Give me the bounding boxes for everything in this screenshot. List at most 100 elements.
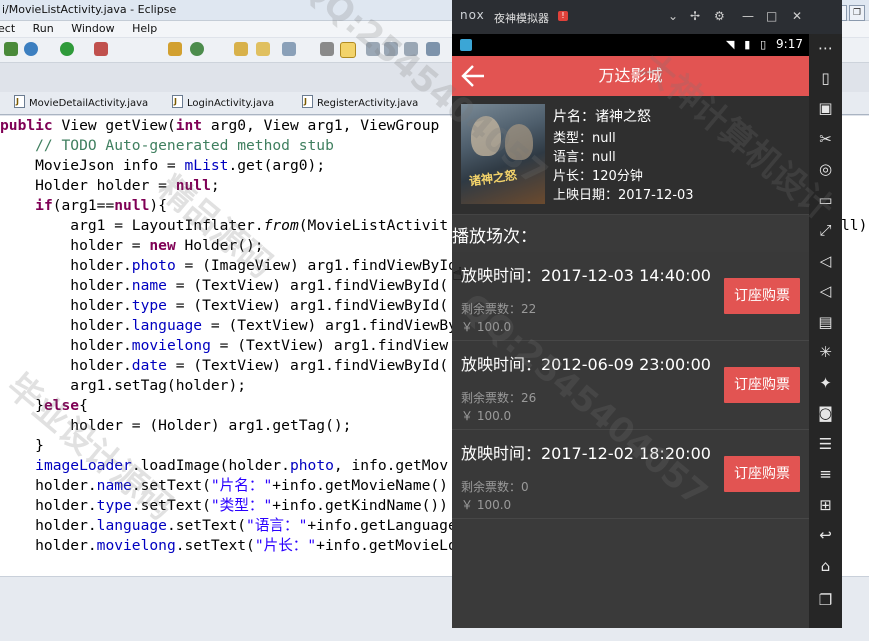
external-tools-icon[interactable] (94, 42, 108, 56)
section-title: 播放场次： (452, 227, 537, 247)
apk-icon[interactable]: ▤ (815, 312, 836, 332)
status-time: 9:17 (776, 37, 803, 51)
code-fragment-right: ll); (841, 217, 869, 234)
tab-register-activity[interactable]: RegisterActivity.java (302, 93, 418, 113)
page-title: 万达影城 (598, 66, 663, 85)
restore-button[interactable]: ❐ (849, 5, 865, 21)
block-select-icon[interactable] (384, 42, 398, 56)
fullscreen-icon[interactable]: ⤢ (815, 220, 836, 240)
java-file-icon (172, 93, 183, 111)
android-screen: ◥ ▮ ▯ 9:17 万达影城 诸神之怒 片名：诸神之怒 类型：null 语言： (452, 34, 809, 628)
ticket-price: ￥ 100.0 (461, 498, 512, 512)
close-icon[interactable]: ✕ (792, 9, 802, 23)
code-line: }else{ (0, 397, 88, 414)
menu-project[interactable]: ect (0, 21, 15, 37)
remaining-tickets: 剩余票数：26 (461, 391, 537, 405)
signal-icon: ▮ (744, 38, 751, 51)
book-ticket-button[interactable]: 订座购票 (724, 456, 800, 492)
tab-login-activity[interactable]: LoginActivity.java (172, 93, 274, 113)
status-icons: ◥ ▮ ▯ 9:17 (726, 37, 803, 51)
menu-run[interactable]: Run (33, 21, 54, 37)
showing-item: 放映时间：2017-12-02 18:20:00 剩余票数：0 ￥ 100.0 … (452, 430, 809, 519)
back-arrow-icon (461, 65, 484, 87)
build-icon[interactable] (4, 42, 18, 56)
phone-icon[interactable]: ▯ (815, 68, 836, 88)
paragraph-icon[interactable] (404, 42, 418, 56)
show-whitespace-icon[interactable] (366, 42, 380, 56)
book-ticket-button[interactable]: 订座购票 (724, 367, 800, 403)
settings-icon[interactable]: ⚙ (714, 9, 725, 23)
code-line: Holder holder = null; (0, 177, 220, 194)
video-record-icon[interactable]: ◙ (815, 403, 836, 423)
scissors-icon[interactable]: ✂ (815, 129, 836, 149)
code-line: holder.type.setText("类型："+info.getKindNa… (0, 497, 448, 514)
movie-release-date: 上映日期：2017-12-03 (553, 188, 694, 203)
more-icon[interactable]: ⋯ (815, 38, 836, 58)
notice-badge[interactable]: ! (558, 11, 568, 21)
code-line: holder.movielong = (TextView) arg1.findV… (0, 337, 449, 354)
back-icon[interactable]: ↩ (815, 525, 836, 545)
code-line: arg1.setTag(holder); (0, 377, 247, 394)
code-line: } (0, 437, 44, 454)
new-class-icon[interactable] (190, 42, 204, 56)
location-icon[interactable]: ◎ (815, 159, 836, 179)
code-line: holder.date = (TextView) arg1.findViewBy… (0, 357, 449, 374)
tab-movie-detail-activity[interactable]: MovieDetailActivity.java (14, 93, 148, 113)
menu-icon[interactable]: ≡ (815, 464, 836, 484)
menu-window[interactable]: Window (71, 21, 114, 37)
run-icon[interactable] (60, 42, 74, 56)
volume-down-icon[interactable]: ◁ (815, 281, 836, 301)
movie-length: 片长：120分钟 (553, 169, 643, 184)
volume-up-icon[interactable]: ◁ (815, 251, 836, 271)
open-type-icon[interactable] (234, 42, 248, 56)
loading-icon[interactable]: ✳ (815, 342, 836, 362)
add-icon[interactable]: ⊞ (815, 495, 836, 515)
code-line: MovieJson info = mList.get(arg0); (0, 157, 326, 174)
menu-help[interactable]: Help (132, 21, 157, 37)
movie-poster: 诸神之怒 (461, 104, 545, 204)
showing-item: 放映时间：2012-06-09 23:00:00 剩余票数：26 ￥ 100.0… (452, 341, 809, 430)
shake-icon[interactable]: ✦ (815, 373, 836, 393)
app-notification-icon (460, 39, 472, 51)
wifi-icon: ◥ (725, 38, 735, 51)
status-bar: ◥ ▮ ▯ 9:17 (452, 34, 809, 56)
maximize-icon[interactable]: □ (766, 9, 777, 23)
open-folder-icon[interactable] (256, 42, 270, 56)
robot-icon[interactable]: ▣ (815, 98, 836, 118)
code-line: holder.photo = (ImageView) arg1.findView… (0, 257, 466, 274)
code-line: holder.language = (TextView) arg1.findVi… (0, 317, 457, 334)
ticket-price: ￥ 100.0 (461, 320, 512, 334)
new-package-icon[interactable] (168, 42, 182, 56)
emulator-name: 夜神模拟器 (494, 12, 549, 25)
window-title: i/MovieListActivity.java - Eclipse (2, 3, 177, 16)
poster-figure (471, 116, 501, 156)
search-icon[interactable] (282, 42, 296, 56)
book-ticket-button[interactable]: 订座购票 (724, 278, 800, 314)
debug-icon[interactable] (24, 42, 38, 56)
showing-item: 放映时间：2017-12-03 14:40:00 剩余票数：22 ￥ 100.0… (452, 252, 809, 341)
minimize-icon[interactable]: — (742, 9, 754, 23)
code-line: imageLoader.loadImage(holder.photo, info… (35, 457, 449, 474)
ticket-price: ￥ 100.0 (461, 409, 512, 423)
nox-emulator-window: nox 夜神模拟器 ! ⌄ ✢ ⚙ — □ ✕ ◥ ▮ ▯ 9:17 万达影城 (452, 0, 842, 628)
next-annotation-icon[interactable] (426, 42, 440, 56)
java-file-icon (302, 93, 313, 111)
code-line: holder.movielong.setText("片长："+info.getM… (0, 537, 457, 554)
toggle-mark-icon[interactable] (320, 42, 334, 56)
dropdown-icon[interactable]: ⌄ (668, 9, 678, 23)
back-button[interactable] (458, 61, 488, 91)
screen-icon[interactable]: ▭ (815, 190, 836, 210)
code-line: holder = new Holder(); (0, 237, 264, 254)
recent-apps-icon[interactable]: ❐ (815, 590, 836, 610)
home-icon[interactable]: ⌂ (815, 556, 836, 576)
code-line: holder.name.setText("片名："+info.getMovieN… (0, 477, 448, 494)
multi-window-icon[interactable]: ☰ (815, 434, 836, 454)
movie-language: 语言：null (553, 150, 616, 165)
highlight-icon[interactable] (340, 42, 356, 58)
code-line: holder = (Holder) arg1.getTag(); (0, 417, 352, 434)
pin-icon[interactable]: ✢ (690, 9, 700, 23)
nox-logo: nox (460, 8, 485, 22)
movie-type: 类型：null (553, 131, 616, 146)
movie-name: 片名：诸神之怒 (553, 109, 651, 125)
emulator-side-toolbar: ⋯ ▯ ▣ ✂ ◎ ▭ ⤢ ◁ ◁ ▤ ✳ ✦ ◙ ☰ ≡ ⊞ ↩ ⌂ ❐ (809, 34, 842, 628)
